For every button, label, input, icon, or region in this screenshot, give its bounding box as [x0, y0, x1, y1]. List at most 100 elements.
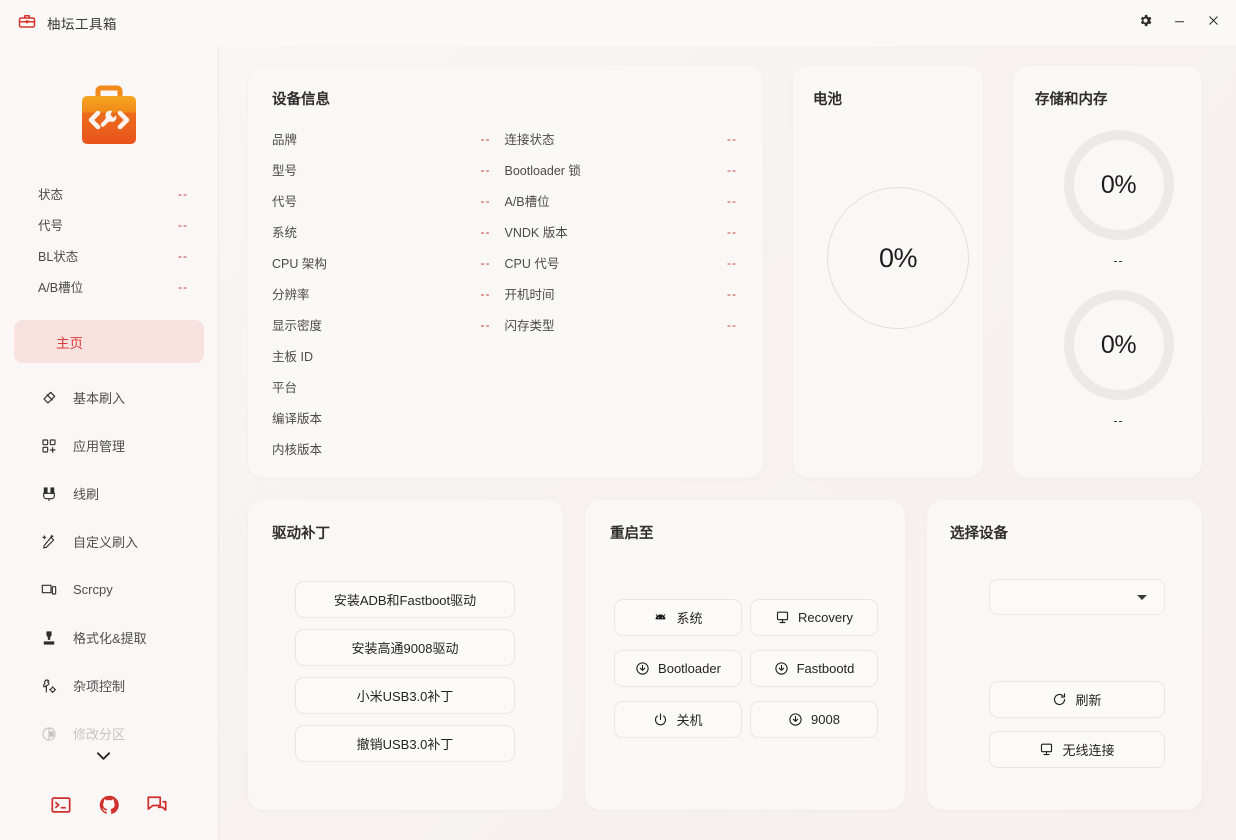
info-value: --	[727, 317, 737, 332]
sidebar-item-basic-flash[interactable]: 基本刷入	[14, 380, 204, 415]
info-label: 平台	[272, 381, 298, 395]
status-value: --	[178, 248, 188, 263]
info-value: --	[727, 193, 737, 208]
battery-card: 电池 0%	[793, 66, 983, 478]
sidebar-item-label: 格式化&提取	[73, 631, 147, 646]
window-title: 柚坛工具箱	[47, 17, 117, 32]
terminal-icon[interactable]	[50, 794, 72, 816]
info-label: CPU 架构	[272, 257, 327, 271]
sidebar-item-app-manage[interactable]: 应用管理	[14, 428, 204, 463]
sidebar-item-label: 主页	[56, 335, 83, 351]
partition-icon	[40, 725, 57, 742]
wireless-connect-button[interactable]: 无线连接	[989, 731, 1165, 768]
info-row: 编译版本	[272, 402, 505, 433]
reboot-fastbootd-button[interactable]: Fastbootd	[750, 650, 878, 687]
info-row-empty	[505, 402, 738, 433]
sidebar-item-label: 自定义刷入	[73, 535, 139, 550]
card-title: 存储和内存	[1035, 92, 1108, 108]
sidebar-item-label: 线刷	[73, 487, 100, 502]
sidebar-item-misc-control[interactable]: 杂项控制	[14, 668, 204, 703]
status-label: 代号	[38, 219, 64, 233]
info-label: 闪存类型	[504, 319, 555, 333]
flash-icon	[40, 389, 57, 406]
info-row: CPU 架构 --	[272, 247, 505, 278]
card-title: 重启至	[610, 526, 654, 542]
minimize-button[interactable]	[1162, 6, 1196, 40]
status-label: BL状态	[38, 250, 79, 264]
refresh-devices-button[interactable]: 刷新	[989, 681, 1165, 718]
reboot-bootloader-button[interactable]: Bootloader	[614, 650, 742, 687]
storage-gauges: 0% -- 0% --	[1035, 130, 1202, 428]
status-row: 状态 --	[38, 178, 188, 209]
info-value: --	[727, 286, 737, 301]
reboot-recovery-button[interactable]: Recovery	[750, 599, 878, 636]
sidebar-item-modify-partition[interactable]: 修改分区	[14, 716, 204, 751]
info-row: Bootloader 锁 --	[505, 154, 738, 185]
button-label: 撤销USB3.0补丁	[356, 737, 454, 752]
battery-percent: 0%	[878, 242, 918, 273]
sidebar-item-scrcpy[interactable]: Scrcpy	[14, 572, 204, 607]
button-label: Bootloader	[658, 661, 721, 676]
github-icon[interactable]	[98, 794, 120, 816]
reboot-9008-button[interactable]: 9008	[750, 701, 878, 738]
button-label: 关机	[676, 713, 703, 728]
close-icon	[1206, 13, 1221, 33]
caret-down-icon	[1137, 594, 1147, 600]
info-label: 内核版本	[272, 443, 323, 457]
button-label: Recovery	[798, 610, 853, 625]
apps-icon	[40, 437, 57, 454]
shutdown-button[interactable]: 关机	[614, 701, 742, 738]
device-select-body: 刷新 无线连接	[950, 579, 1202, 768]
settings-button[interactable]	[1128, 6, 1162, 40]
sidebar-item-format-extract[interactable]: 格式化&提取	[14, 620, 204, 655]
memory-percent: 0%	[1100, 330, 1137, 359]
sidebar-footer	[0, 770, 218, 840]
download-circle-icon	[788, 712, 803, 727]
card-title: 电池	[813, 92, 842, 108]
info-label: 开机时间	[504, 288, 555, 302]
info-label: 显示密度	[272, 319, 323, 333]
info-row: 显示密度 --	[272, 309, 505, 340]
info-row: 闪存类型 --	[505, 309, 738, 340]
bottom-row: 驱动补丁 安装ADB和Fastboot驱动 安装高通9008驱动 小米USB3.…	[248, 500, 1202, 840]
info-label: 型号	[272, 164, 298, 178]
sidebar-item-label: 基本刷入	[73, 391, 126, 406]
logo-container	[0, 46, 218, 164]
sidebar-item-home[interactable]: 主页	[14, 320, 204, 363]
info-row-empty	[505, 340, 738, 371]
close-button[interactable]	[1196, 6, 1230, 40]
storage-subtext: --	[1113, 254, 1124, 268]
status-label: A/B槽位	[38, 281, 84, 295]
info-value: --	[480, 131, 491, 146]
top-row: 设备信息 品牌 -- 型号 -- 代号 -- 系统 -- CPU 架构 -- 分辨率 -- …	[248, 66, 1202, 478]
install-adb-fastboot-driver-button[interactable]: 安装ADB和Fastboot驱动	[295, 581, 515, 618]
install-qualcomm-9008-driver-button[interactable]: 安装高通9008驱动	[295, 629, 515, 666]
revoke-usb3-patch-button[interactable]: 撤销USB3.0补丁	[295, 725, 515, 762]
sidebar-item-line-flash[interactable]: 线刷	[14, 476, 204, 511]
device-info-card: 设备信息 品牌 -- 型号 -- 代号 -- 系统 -- CPU 架构 -- 分辨率 -- …	[248, 66, 763, 478]
info-value: --	[480, 224, 491, 239]
info-row: CPU 代号 --	[505, 247, 738, 278]
status-row: A/B槽位 --	[38, 271, 188, 302]
app-window: 柚坛工具箱 状态 -- 代号 -- BL状态 -- A/B槽位 -- 主页 基本…	[0, 0, 1236, 840]
info-label: 分辨率	[272, 288, 310, 302]
xiaomi-usb3-patch-button[interactable]: 小米USB3.0补丁	[295, 677, 515, 714]
button-label: 系统	[676, 611, 703, 626]
monitor-icon	[775, 610, 790, 625]
device-dropdown[interactable]	[989, 579, 1165, 615]
info-row: VNDK 版本 --	[505, 216, 738, 247]
info-label: 编译版本	[272, 412, 323, 426]
driver-patch-buttons: 安装ADB和Fastboot驱动 安装高通9008驱动 小米USB3.0补丁 撤…	[272, 581, 538, 762]
storage-memory-card: 存储和内存 0% -- 0% --	[1013, 66, 1202, 478]
sidebar-item-label: Scrcpy	[73, 582, 113, 597]
storage-percent: 0%	[1100, 170, 1137, 199]
usb-icon	[40, 485, 57, 502]
chat-icon[interactable]	[146, 794, 168, 816]
info-value: --	[480, 193, 491, 208]
device-select-card: 选择设备 刷新 无线连接	[927, 500, 1202, 810]
reboot-system-button[interactable]: 系统	[614, 599, 742, 636]
sidebar-item-custom-flash[interactable]: 自定义刷入	[14, 524, 204, 559]
chevron-down-icon[interactable]	[95, 749, 112, 767]
info-row-empty	[505, 433, 738, 464]
info-label: 品牌	[272, 133, 298, 147]
